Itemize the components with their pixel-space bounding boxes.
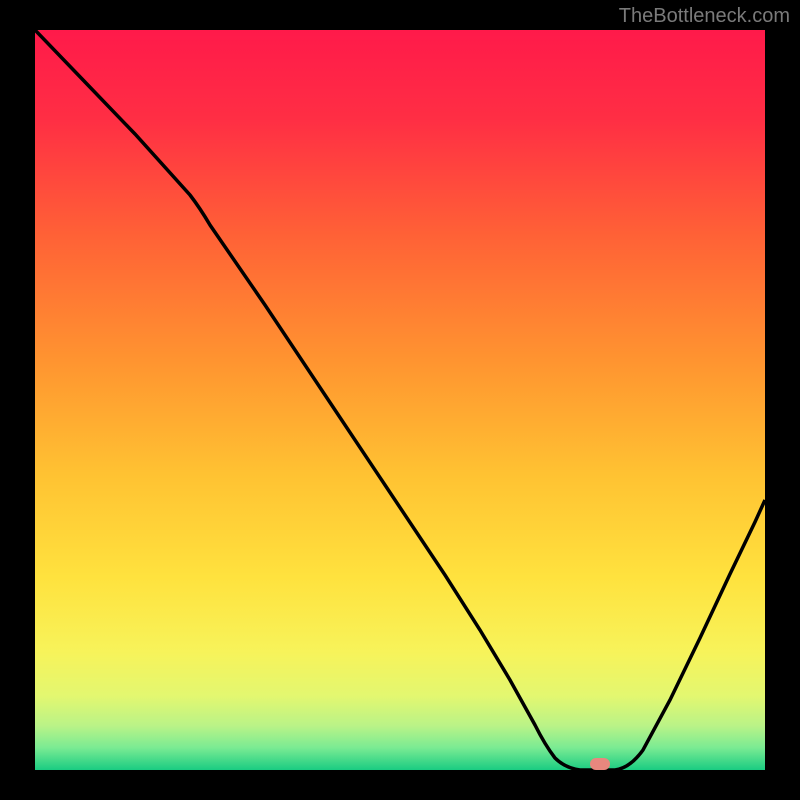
chart-container <box>35 30 765 770</box>
optimal-marker <box>590 758 610 770</box>
watermark-text: TheBottleneck.com <box>619 5 790 28</box>
bottleneck-curve <box>35 30 765 770</box>
